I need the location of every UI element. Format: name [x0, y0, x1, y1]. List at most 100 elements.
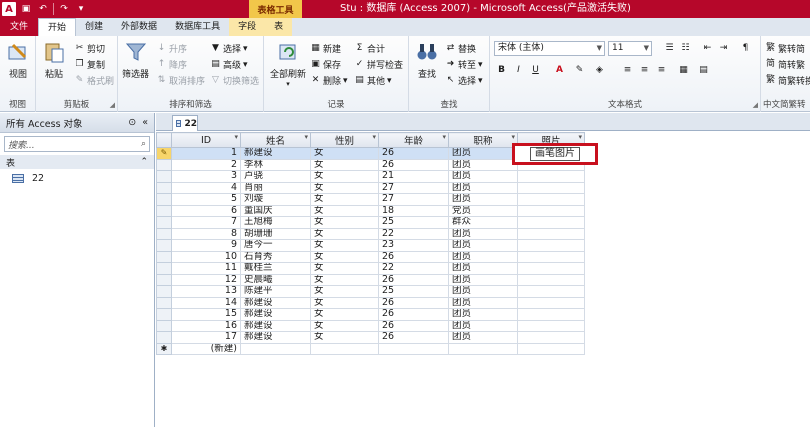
dialog-launcher-icon[interactable]: ◢: [110, 101, 115, 109]
cell-empty[interactable]: [517, 342, 585, 355]
totals-button[interactable]: Σ 合计: [354, 42, 385, 55]
cell-id[interactable]: 14: [171, 296, 241, 309]
cell-empty[interactable]: [448, 342, 518, 355]
record-selector[interactable]: [156, 331, 172, 344]
cell-name[interactable]: 史晨曦: [240, 273, 311, 286]
record-selector[interactable]: [156, 239, 172, 252]
cell-gender[interactable]: 女: [310, 193, 379, 206]
cell-name[interactable]: 王旭梅: [240, 216, 311, 229]
dialog-launcher-icon[interactable]: ◢: [753, 101, 758, 109]
cell-gender[interactable]: 女: [310, 216, 379, 229]
record-selector[interactable]: [156, 181, 172, 194]
cell-photo[interactable]: [517, 285, 585, 298]
cell-name[interactable]: 董国庆: [240, 204, 311, 217]
tab-fields[interactable]: 字段: [229, 18, 266, 36]
cell-photo[interactable]: [517, 204, 585, 217]
cell-id[interactable]: 2: [171, 158, 241, 171]
column-filter-arrow-icon[interactable]: ▾: [372, 133, 376, 141]
cell-empty[interactable]: [310, 342, 379, 355]
column-header-age[interactable]: 年龄 ▾: [378, 132, 449, 148]
align-left-icon[interactable]: ≡: [620, 63, 635, 77]
cell-gender[interactable]: 女: [310, 204, 379, 217]
record-selector[interactable]: [156, 158, 172, 171]
table-row[interactable]: 11 戴桂兰女 22 团员: [156, 262, 585, 275]
cell-title[interactable]: 团员: [448, 181, 518, 194]
cell-name[interactable]: 郝建设: [240, 319, 311, 332]
record-selector[interactable]: [156, 170, 172, 183]
sort-ascending-button[interactable]: ↓ 升序: [156, 42, 187, 55]
cell-name[interactable]: 陈建平: [240, 285, 311, 298]
document-tab-22[interactable]: 22: [172, 115, 198, 131]
record-selector[interactable]: [156, 204, 172, 217]
cell-photo[interactable]: [517, 273, 585, 286]
table-row[interactable]: 5 刘璇女 27 团员: [156, 193, 585, 206]
nav-collapse-icon[interactable]: «: [142, 117, 148, 128]
cell-name[interactable]: 胡珊珊: [240, 227, 311, 240]
gridlines-icon[interactable]: ▦: [676, 63, 691, 77]
fill-color-icon[interactable]: ◈: [592, 63, 607, 77]
underline-button[interactable]: U: [528, 63, 543, 77]
cell-photo[interactable]: [517, 296, 585, 309]
cell-id[interactable]: 10: [171, 250, 241, 263]
tab-home[interactable]: 开始: [38, 18, 77, 36]
cell-photo[interactable]: [517, 181, 585, 194]
cell-id[interactable]: 6: [171, 204, 241, 217]
tab-create[interactable]: 创建: [76, 18, 112, 36]
cell-age[interactable]: 18: [378, 204, 449, 217]
select-all-corner[interactable]: [156, 132, 172, 148]
table-row[interactable]: 3 卢骁女 21 团员: [156, 170, 585, 183]
cell-age[interactable]: 22: [378, 262, 449, 275]
cell-title[interactable]: 团员: [448, 331, 518, 344]
cell-empty[interactable]: [240, 342, 311, 355]
table-row[interactable]: 13 陈建平女 25 团员: [156, 285, 585, 298]
replace-button[interactable]: ⇄ 替换: [445, 42, 476, 55]
cell-id[interactable]: 12: [171, 273, 241, 286]
new-record-selector[interactable]: ✱: [156, 342, 172, 355]
cell-photo[interactable]: [517, 308, 585, 321]
cell-photo[interactable]: [517, 319, 585, 332]
cell-id[interactable]: 11: [171, 262, 241, 275]
cell-id[interactable]: 5: [171, 193, 241, 206]
indent-increase-icon[interactable]: ⇥: [716, 41, 731, 55]
find-button[interactable]: 查找: [415, 40, 439, 80]
cell-age[interactable]: 25: [378, 216, 449, 229]
cell-gender[interactable]: 女: [310, 239, 379, 252]
paragraph-icon[interactable]: ¶: [738, 41, 753, 55]
selection-filter-button[interactable]: ▼ 选择 ▾: [210, 42, 248, 55]
cell-age[interactable]: 26: [378, 147, 449, 160]
nav-item-table-22[interactable]: 22: [0, 169, 154, 187]
cell-id[interactable]: 7: [171, 216, 241, 229]
tab-database-tools[interactable]: 数据库工具: [166, 18, 229, 36]
cell-age[interactable]: 22: [378, 227, 449, 240]
cell-title[interactable]: 团员: [448, 296, 518, 309]
font-color-icon[interactable]: A: [552, 63, 567, 77]
cell-title[interactable]: 团员: [448, 158, 518, 171]
table-row[interactable]: 12 史晨曦女 26 团员: [156, 273, 585, 286]
new-record-row[interactable]: ✱ (新建): [156, 342, 585, 355]
filter-button[interactable]: 筛选器: [122, 40, 149, 80]
cell-gender[interactable]: 女: [310, 308, 379, 321]
record-selector[interactable]: [156, 285, 172, 298]
cell-id[interactable]: 3: [171, 170, 241, 183]
cell-photo[interactable]: [517, 262, 585, 275]
font-name-combo[interactable]: 宋体 (主体) ▼: [494, 41, 605, 56]
cell-id[interactable]: 9: [171, 239, 241, 252]
record-selector[interactable]: [156, 273, 172, 286]
cell-photo[interactable]: [517, 193, 585, 206]
cell-title[interactable]: 团员: [448, 308, 518, 321]
nav-menu-chevron-icon[interactable]: ⊙: [128, 117, 136, 128]
access-app-icon[interactable]: A: [2, 2, 16, 16]
search-icon[interactable]: ⌕: [141, 139, 149, 149]
bullets-icon[interactable]: ☰: [662, 41, 677, 55]
cell-photo[interactable]: [517, 216, 585, 229]
undo-icon[interactable]: ↶: [36, 2, 50, 16]
cell-gender[interactable]: 女: [310, 170, 379, 183]
table-row[interactable]: 14 郝建设女 26 团员: [156, 296, 585, 309]
cell-name[interactable]: 卢骁: [240, 170, 311, 183]
cell-title[interactable]: 团员: [448, 227, 518, 240]
cell-age[interactable]: 26: [378, 331, 449, 344]
cell-age[interactable]: 26: [378, 319, 449, 332]
goto-button[interactable]: ➜ 转至 ▾: [445, 58, 483, 71]
record-selector[interactable]: [156, 216, 172, 229]
cell-gender[interactable]: 女: [310, 250, 379, 263]
